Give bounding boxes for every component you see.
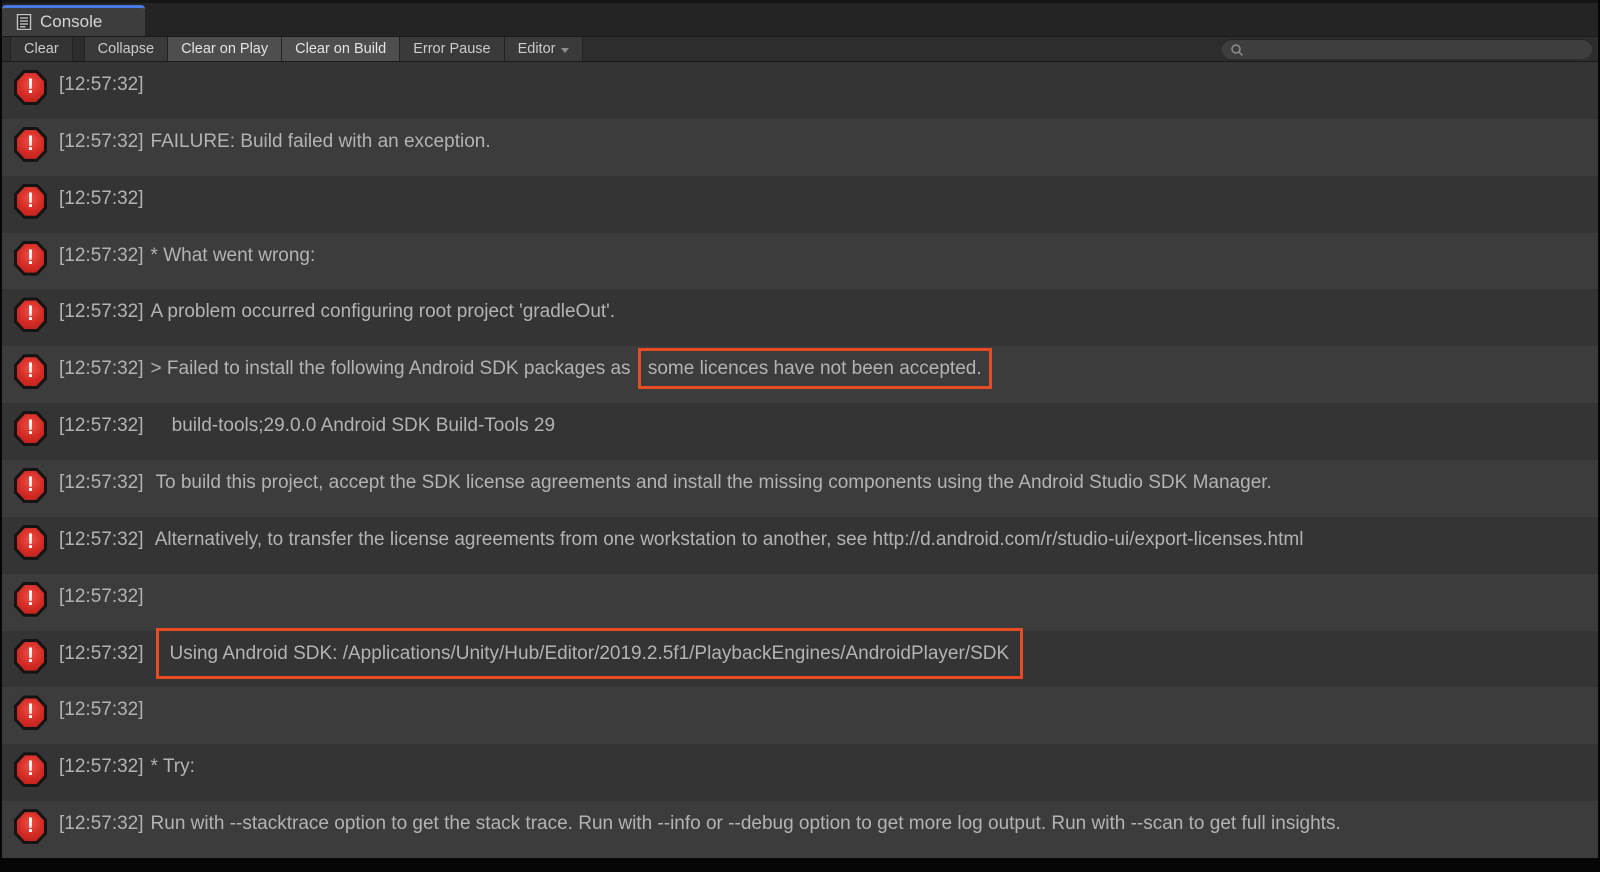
log-entry-text: [12:57:32] <box>59 581 151 610</box>
log-message: Alternatively, to transfer the license a… <box>151 529 1304 550</box>
toolbar-button-label: Error Pause <box>413 41 490 57</box>
log-entry-text: [12:57:32] * What went wrong: <box>59 240 315 269</box>
log-entry[interactable]: ! [12:57:32] To build this project, accep… <box>2 460 1598 517</box>
toolbar-button-label: Editor <box>518 41 556 57</box>
toolbar-button-clear[interactable]: Clear <box>10 37 73 61</box>
error-icon: ! <box>14 70 47 105</box>
log-entry[interactable]: ! [12:57:32] * What went wrong: <box>2 233 1598 290</box>
error-icon: ! <box>14 411 47 446</box>
log-timestamp: [12:57:32] <box>59 643 144 664</box>
error-icon: ! <box>14 582 47 617</box>
error-icon: ! <box>14 639 47 674</box>
log-timestamp: [12:57:32] <box>59 756 144 777</box>
log-entry[interactable]: ! [12:57:32] Run with --stacktrace option … <box>2 801 1598 858</box>
annotation-highlight-box: some licences have not been accepted. <box>638 348 992 389</box>
log-entry-text: [12:57:32] Run with --stacktrace option t… <box>59 808 1341 837</box>
console-log[interactable]: ! [12:57:32]! [12:57:32] FAILURE: Build fai… <box>2 62 1598 858</box>
toolbar-button-clear-on-build[interactable]: Clear on Build <box>282 37 400 61</box>
log-timestamp: [12:57:32] <box>59 699 144 720</box>
log-entry[interactable]: ! [12:57:32] <box>2 62 1598 119</box>
error-icon: ! <box>14 297 47 332</box>
toolbar-button-error-pause[interactable]: Error Pause <box>400 37 504 61</box>
toolbar-button-clear-on-play[interactable]: Clear on Play <box>168 37 282 61</box>
search-field[interactable] <box>1222 39 1592 59</box>
log-entry[interactable]: ! [12:57:32] build-tools;29.0.0 Android S… <box>2 403 1598 460</box>
log-timestamp: [12:57:32] <box>59 245 144 266</box>
toolbar-button-editor[interactable]: Editor <box>505 37 584 61</box>
chevron-down-icon <box>561 48 569 53</box>
log-message: Run with --stacktrace option to get the … <box>151 813 1341 834</box>
log-timestamp: [12:57:32] <box>59 301 144 322</box>
console-window: Console Clear Collapse Clear on Play Clear … <box>0 0 1600 872</box>
log-entry-text: [12:57:32] To build this project, accept… <box>59 467 1272 496</box>
log-entry-text: [12:57:32] Alternatively, to transfer th… <box>59 524 1303 553</box>
log-message: * Try: <box>151 756 195 777</box>
error-icon: ! <box>14 525 47 560</box>
log-timestamp: [12:57:32] <box>59 472 144 493</box>
toolbar-button-label: Collapse <box>98 41 154 57</box>
log-timestamp: [12:57:32] <box>59 358 144 379</box>
log-entry-text: [12:57:32]Using Android SDK: /Applicatio… <box>59 638 1023 667</box>
log-entry-text: [12:57:32] * Try: <box>59 751 195 780</box>
search-area <box>1222 37 1598 61</box>
tab-title: Console <box>40 12 102 32</box>
log-timestamp: [12:57:32] <box>59 813 144 834</box>
console-panel: Console Clear Collapse Clear on Play Clear … <box>2 0 1598 858</box>
log-timestamp: [12:57:32] <box>59 415 144 436</box>
toolbar-button-label: Clear <box>24 41 59 57</box>
toolbar-buttons: Clear Collapse Clear on Play Clear on Build… <box>10 37 583 61</box>
error-icon: ! <box>14 695 47 730</box>
log-entry-text: [12:57:32] <box>59 694 151 723</box>
log-entry[interactable]: ! [12:57:32] * Try: <box>2 744 1598 801</box>
annotation-highlight-box: Using Android SDK: /Applications/Unity/H… <box>156 628 1024 679</box>
toolbar-button-collapse[interactable]: Collapse <box>84 37 168 61</box>
log-entry[interactable]: ! [12:57:32] > Failed to install the follo… <box>2 346 1598 403</box>
log-entry-text: [12:57:32] FAILURE: Build failed with an … <box>59 126 491 155</box>
tab-bar: Console <box>2 0 1598 36</box>
log-entry-text: [12:57:32] > Failed to install the follow… <box>59 353 992 382</box>
tab-console[interactable]: Console <box>2 5 145 36</box>
log-entry-text: [12:57:32] <box>59 69 151 98</box>
log-timestamp: [12:57:32] <box>59 586 144 607</box>
log-entry[interactable]: ! [12:57:32] Alternatively, to transfer t… <box>2 517 1598 574</box>
log-timestamp: [12:57:32] <box>59 529 144 550</box>
log-entry[interactable]: ! [12:57:32] <box>2 176 1598 233</box>
error-icon: ! <box>14 184 47 219</box>
console-toolbar: Clear Collapse Clear on Play Clear on Build… <box>2 36 1598 62</box>
log-entry-text: [12:57:32] <box>59 183 151 212</box>
log-message: FAILURE: Build failed with an exception. <box>151 131 491 152</box>
log-message: > Failed to install the following Androi… <box>151 358 636 379</box>
error-icon: ! <box>14 241 47 276</box>
error-icon: ! <box>14 468 47 503</box>
log-entry-text: [12:57:32] A problem occurred configuring… <box>59 296 615 325</box>
error-icon: ! <box>14 127 47 162</box>
toolbar-button-label: Clear on Build <box>295 41 386 57</box>
log-entry[interactable]: ! [12:57:32] <box>2 574 1598 631</box>
error-icon: ! <box>14 354 47 389</box>
error-icon: ! <box>14 809 47 844</box>
log-message: A problem occurred configuring root proj… <box>151 301 616 322</box>
log-message: * What went wrong: <box>151 245 316 266</box>
log-entry[interactable]: ![12:57:32]Using Android SDK: /Applicati… <box>2 631 1598 688</box>
log-entry[interactable]: ! [12:57:32] <box>2 687 1598 744</box>
log-entry[interactable]: ! [12:57:32] FAILURE: Build failed with an… <box>2 119 1598 176</box>
log-message: build-tools;29.0.0 Android SDK Build-Too… <box>151 415 556 436</box>
log-entry[interactable]: ! [12:57:32] A problem occurred configurin… <box>2 289 1598 346</box>
log-message: To build this project, accept the SDK li… <box>151 472 1272 493</box>
console-icon <box>16 14 32 30</box>
search-input[interactable] <box>1244 42 1584 57</box>
error-icon: ! <box>14 752 47 787</box>
log-timestamp: [12:57:32] <box>59 188 144 209</box>
log-entry-text: [12:57:32] build-tools;29.0.0 Android SD… <box>59 410 555 439</box>
toolbar-button-label: Clear on Play <box>181 41 268 57</box>
log-timestamp: [12:57:32] <box>59 131 144 152</box>
log-timestamp: [12:57:32] <box>59 74 144 95</box>
search-icon <box>1230 43 1244 57</box>
